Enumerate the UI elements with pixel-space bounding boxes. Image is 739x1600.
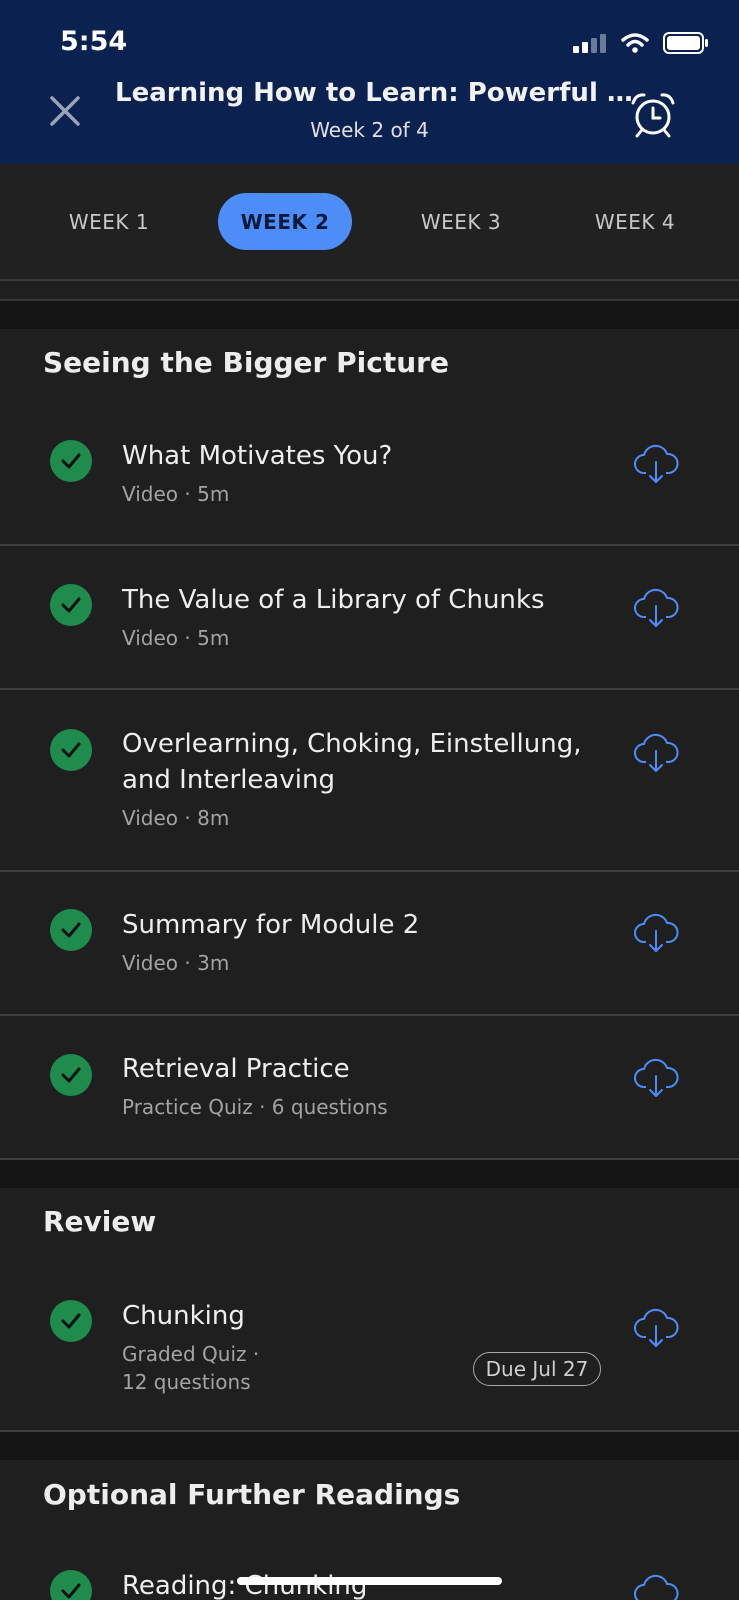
check-icon bbox=[50, 1054, 92, 1096]
item-meta: Video · 5m bbox=[122, 482, 230, 506]
list-item[interactable]: Reading: Chunking bbox=[0, 1550, 739, 1600]
section-gap bbox=[0, 1432, 739, 1460]
cloud-download-icon[interactable] bbox=[632, 909, 680, 957]
signal-icon bbox=[573, 34, 606, 53]
course-title: Learning How to Learn: Powerful me... bbox=[115, 78, 635, 108]
divider bbox=[0, 281, 739, 299]
app-header: 5:54 Learning How to Learn: Powerful me.… bbox=[0, 0, 739, 164]
cloud-download-icon[interactable] bbox=[632, 1304, 680, 1352]
tab-week-4[interactable]: WEEK 4 bbox=[570, 193, 700, 250]
section-gap bbox=[0, 301, 739, 329]
item-title: Summary for Module 2 bbox=[122, 910, 420, 940]
check-icon bbox=[50, 440, 92, 482]
item-meta: 12 questions bbox=[122, 1370, 251, 1394]
check-icon bbox=[50, 1570, 92, 1600]
item-meta: Practice Quiz · 6 questions bbox=[122, 1095, 388, 1119]
status-icons bbox=[573, 32, 709, 54]
section-title: Review bbox=[43, 1205, 157, 1238]
cloud-download-icon[interactable] bbox=[632, 440, 680, 488]
check-icon bbox=[50, 1300, 92, 1342]
list-item[interactable]: Chunking Graded Quiz · 12 questions Due … bbox=[0, 1270, 739, 1430]
week-tabs: WEEK 1 WEEK 2 WEEK 3 WEEK 4 bbox=[0, 164, 739, 279]
cloud-download-icon[interactable] bbox=[632, 1054, 680, 1102]
cloud-download-icon[interactable] bbox=[632, 729, 680, 777]
home-indicator[interactable] bbox=[237, 1577, 502, 1585]
item-title: Retrieval Practice bbox=[122, 1054, 350, 1084]
list-item[interactable]: Retrieval Practice Practice Quiz · 6 que… bbox=[0, 1016, 739, 1158]
cloud-download-icon[interactable] bbox=[632, 1570, 680, 1600]
list-item[interactable]: The Value of a Library of Chunks Video ·… bbox=[0, 546, 739, 688]
item-title: Chunking bbox=[122, 1301, 245, 1331]
list-item[interactable]: What Motivates You? Video · 5m bbox=[0, 420, 739, 544]
tab-week-3[interactable]: WEEK 3 bbox=[396, 193, 526, 250]
item-title: What Motivates You? bbox=[122, 441, 393, 471]
list-item[interactable]: Overlearning, Choking, Einstellung, and … bbox=[0, 690, 739, 870]
cloud-download-icon[interactable] bbox=[632, 584, 680, 632]
item-title: The Value of a Library of Chunks bbox=[122, 585, 545, 615]
check-icon bbox=[50, 729, 92, 771]
item-meta: Video · 5m bbox=[122, 626, 230, 650]
item-title: Overlearning, Choking, Einstellung, and … bbox=[122, 729, 582, 795]
section-title: Optional Further Readings bbox=[43, 1478, 461, 1511]
tab-week-1[interactable]: WEEK 1 bbox=[44, 193, 174, 250]
item-meta: Video · 8m bbox=[122, 806, 230, 830]
alarm-clock-icon[interactable] bbox=[628, 90, 678, 140]
section-gap bbox=[0, 1160, 739, 1188]
check-icon bbox=[50, 909, 92, 951]
check-icon bbox=[50, 584, 92, 626]
list-item[interactable]: Summary for Module 2 Video · 3m bbox=[0, 872, 739, 1014]
section-title: Seeing the Bigger Picture bbox=[43, 346, 449, 379]
item-meta: Graded Quiz · bbox=[122, 1342, 260, 1366]
wifi-icon bbox=[621, 33, 649, 53]
battery-icon bbox=[663, 32, 708, 54]
due-date-badge: Due Jul 27 bbox=[473, 1352, 601, 1386]
item-meta: Video · 3m bbox=[122, 951, 230, 975]
tab-week-2[interactable]: WEEK 2 bbox=[218, 193, 352, 250]
status-time: 5:54 bbox=[60, 26, 128, 57]
